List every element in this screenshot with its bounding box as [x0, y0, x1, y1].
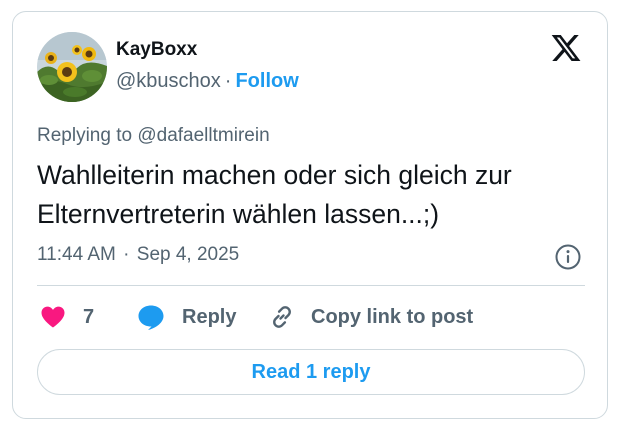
replying-to-line: Replying to @dafaelltmirein [37, 125, 270, 147]
reply-button[interactable]: Reply [137, 302, 236, 332]
copy-link-label: Copy link to post [311, 305, 474, 328]
author-handle[interactable]: @kbuschox [116, 70, 221, 92]
reply-label: Reply [182, 305, 237, 328]
avatar[interactable] [37, 32, 107, 102]
follow-button[interactable]: Follow [235, 70, 298, 92]
author-handle-row: @kbuschox · Follow [116, 70, 299, 93]
tweet-text: Wahlleiterin machen oder sich gleich zur… [37, 160, 512, 229]
tweet-card: KayBoxx @kbuschox · Follow Replying to @da… [12, 11, 608, 419]
like-count: 7 [83, 305, 95, 328]
info-icon[interactable] [554, 243, 582, 271]
x-logo-icon[interactable] [550, 32, 582, 64]
link-icon [268, 303, 296, 331]
replying-to-handle[interactable]: @dafaelltmirein [137, 125, 269, 146]
copy-link-button[interactable]: Copy link to post [268, 302, 473, 332]
heart-icon [40, 305, 66, 329]
avatar-sunflower-image [37, 32, 107, 102]
read-replies-button[interactable]: Read 1 reply [37, 349, 585, 395]
timestamp-separator: · [123, 244, 130, 265]
reply-bubble-icon [137, 303, 165, 331]
handle-separator: · [224, 70, 232, 92]
tweet-timestamp[interactable]: 11:44 AM · Sep 4, 2025 [37, 244, 239, 266]
divider [37, 285, 585, 286]
author-display-name[interactable]: KayBoxx [116, 39, 197, 61]
tweet-time: 11:44 AM [37, 244, 116, 265]
replying-to-prefix: Replying to [37, 125, 133, 146]
like-button[interactable]: 7 [40, 302, 94, 332]
tweet-date: Sep 4, 2025 [136, 244, 240, 265]
